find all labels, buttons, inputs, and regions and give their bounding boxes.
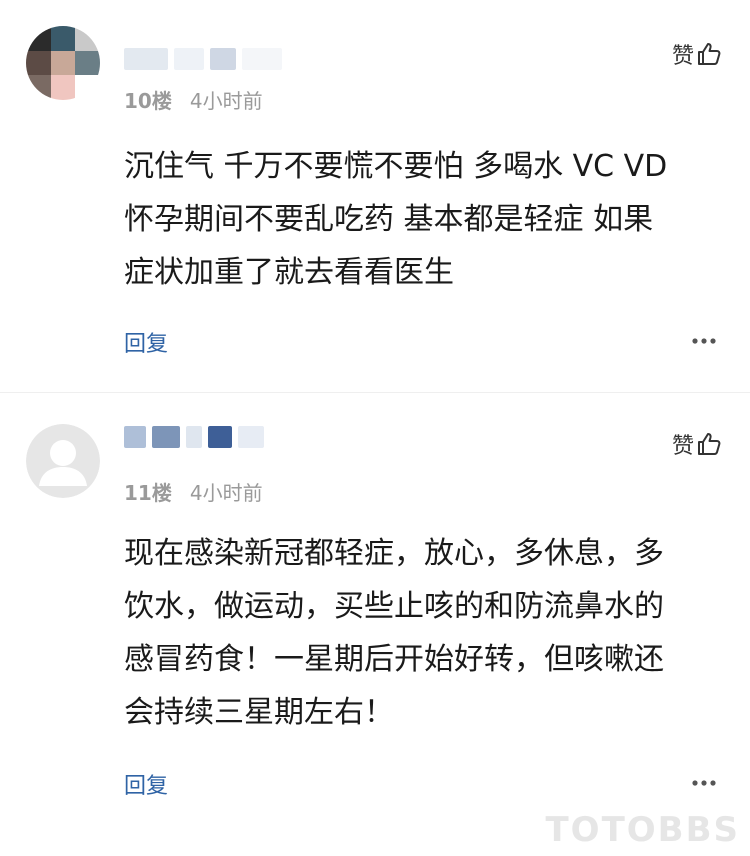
thumbs-up-icon bbox=[698, 43, 721, 65]
avatar-pixel bbox=[26, 50, 51, 76]
floor-number: 10楼 bbox=[124, 89, 172, 113]
comment-meta: 11楼 4小时前 bbox=[124, 477, 263, 506]
comment-line: 感冒药食！一星期后开始好转，但咳嗽还 bbox=[124, 642, 664, 677]
username-blur-block bbox=[242, 48, 282, 70]
comment-line: 沉住气 千万不要慌不要怕 多喝水 VC VD bbox=[124, 149, 668, 184]
reply-button[interactable]: 回复 bbox=[124, 326, 168, 358]
comment-line: 怀孕期间不要乱吃药 基本都是轻症 如果 bbox=[124, 202, 654, 237]
avatar-pixel bbox=[26, 26, 51, 51]
avatar-image bbox=[26, 26, 100, 100]
username-redacted[interactable] bbox=[124, 424, 270, 450]
more-options-icon[interactable] bbox=[692, 778, 716, 788]
avatar-pixel bbox=[50, 75, 76, 100]
like-label: 赞 bbox=[671, 434, 694, 459]
thumbs-up-icon bbox=[698, 433, 721, 455]
avatar-pixel bbox=[75, 75, 100, 100]
default-avatar bbox=[26, 424, 100, 498]
comment-line: 饮水，做运动，买些止咳的和防流鼻水的 bbox=[124, 589, 664, 624]
divider bbox=[0, 392, 750, 393]
comment-line: 会持续三星期左右！ bbox=[124, 695, 394, 730]
username-blur-block bbox=[208, 426, 232, 448]
comment-text: 现在感染新冠都轻症，放心，多休息，多 饮水，做运动，买些止咳的和防流鼻水的 感冒… bbox=[124, 527, 714, 739]
avatar-pixel bbox=[50, 50, 76, 76]
comment-line: 现在感染新冠都轻症，放心，多休息，多 bbox=[124, 536, 664, 571]
reply-button[interactable]: 回复 bbox=[124, 768, 168, 800]
comment-time: 4小时前 bbox=[189, 89, 263, 113]
username-blur-block bbox=[152, 426, 180, 448]
avatar-pixel bbox=[26, 75, 51, 100]
username-blur-block bbox=[238, 426, 264, 448]
username-blur-block bbox=[124, 48, 168, 70]
username-redacted[interactable] bbox=[124, 46, 288, 72]
user-silhouette-icon bbox=[39, 440, 87, 486]
like-label: 赞 bbox=[671, 44, 694, 69]
username-blur-block bbox=[210, 48, 236, 70]
avatar-pixel bbox=[75, 26, 100, 51]
comment-item: 11楼 4小时前 赞 现在感染新冠都轻症，放心，多休息，多 饮水，做运动，买些止… bbox=[0, 400, 750, 856]
watermark: TOTOBBS bbox=[545, 810, 740, 850]
comment-time: 4小时前 bbox=[189, 481, 263, 505]
comment-line: 症状加重了就去看看医生 bbox=[124, 255, 454, 290]
comment-meta: 10楼 4小时前 bbox=[124, 85, 263, 114]
avatar[interactable] bbox=[26, 424, 100, 498]
username-blur-block bbox=[186, 426, 202, 448]
like-button[interactable]: 赞 bbox=[672, 38, 722, 70]
comment-text: 沉住气 千万不要慌不要怕 多喝水 VC VD 怀孕期间不要乱吃药 基本都是轻症 … bbox=[124, 140, 714, 299]
comment-item: 10楼 4小时前 赞 沉住气 千万不要慌不要怕 多喝水 VC VD 怀孕期间不要… bbox=[0, 0, 750, 400]
more-options-icon[interactable] bbox=[692, 336, 716, 346]
username-blur-block bbox=[174, 48, 204, 70]
avatar[interactable] bbox=[26, 26, 100, 100]
username-blur-block bbox=[124, 426, 146, 448]
like-button[interactable]: 赞 bbox=[672, 428, 722, 460]
floor-number: 11楼 bbox=[124, 481, 172, 505]
avatar-pixel bbox=[50, 26, 76, 51]
avatar-pixel bbox=[75, 50, 100, 76]
